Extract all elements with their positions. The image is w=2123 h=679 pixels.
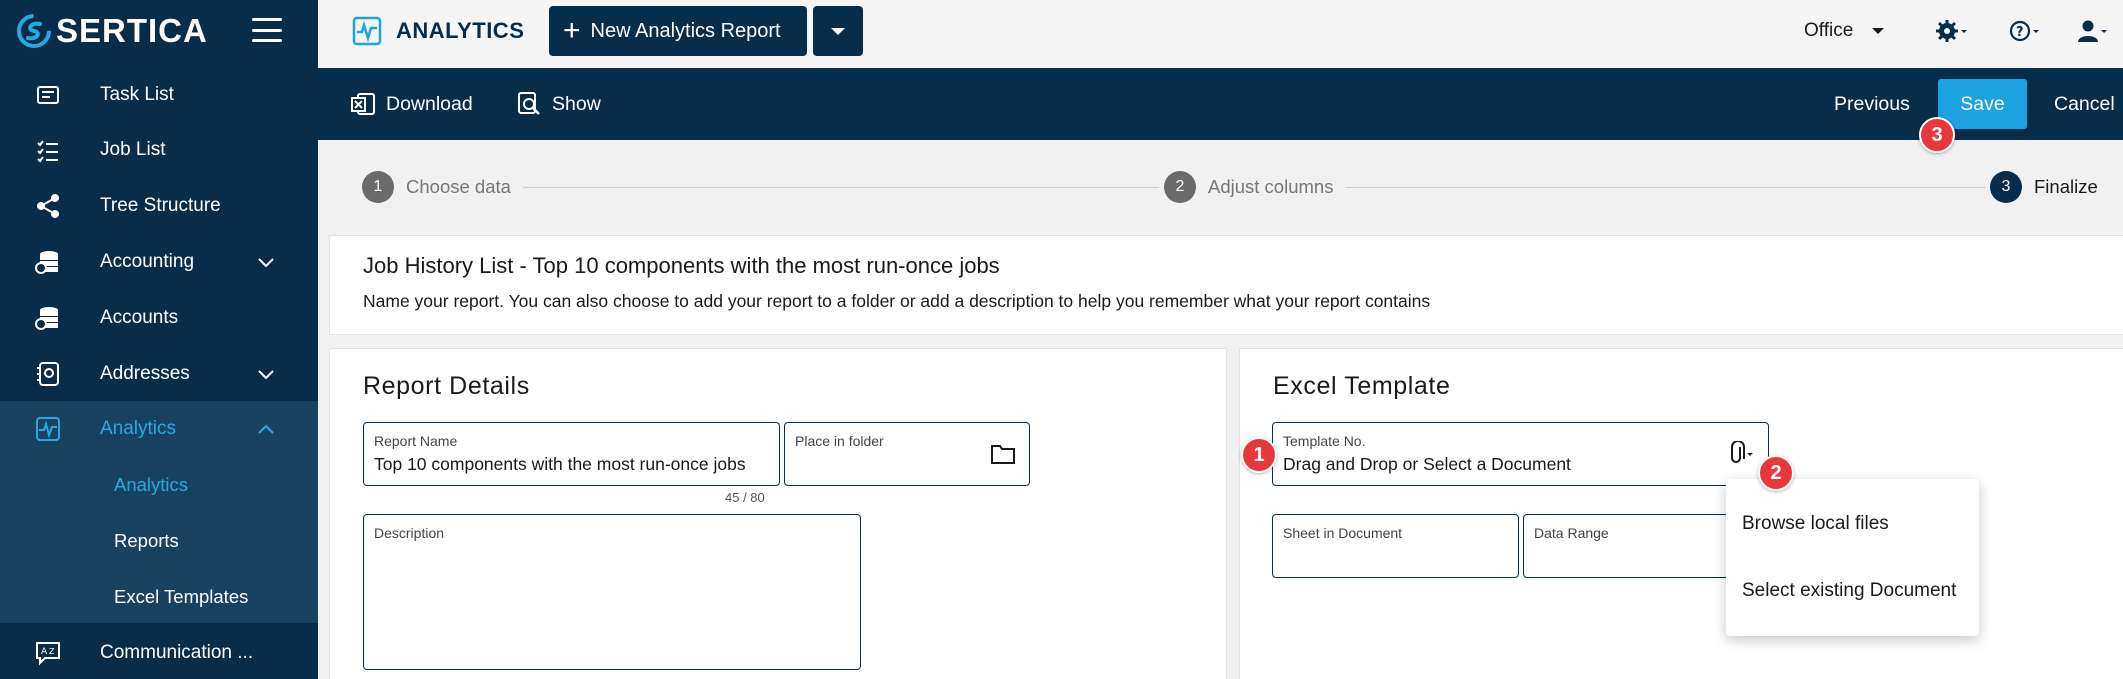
analytics-subnav: Analytics Reports Excel Templates — [0, 457, 318, 623]
cancel-button[interactable]: Cancel — [2054, 93, 2115, 116]
menu-item-browse-local-files[interactable]: Browse local files — [1742, 513, 1889, 535]
step-3-label[interactable]: Finalize — [2034, 176, 2098, 198]
caret-down-icon — [831, 28, 845, 35]
excel-icon — [351, 93, 375, 115]
step-connector — [523, 187, 1159, 188]
action-toolbar: Download Show Previous Save Cancel — [318, 68, 2123, 140]
previous-button[interactable]: Previous — [1834, 93, 1910, 116]
svg-text:?: ? — [2016, 25, 2024, 40]
annotation-badge-2: 2 — [1758, 455, 1794, 491]
sidebar-item-task-list[interactable]: Task List — [0, 67, 318, 123]
new-report-label: New Analytics Report — [590, 19, 781, 42]
analytics-app-icon — [352, 16, 382, 46]
description-label: Description — [374, 525, 445, 541]
brand-name: SERTICA — [56, 12, 208, 49]
sidebar-item-addresses[interactable]: Addresses — [0, 346, 318, 402]
sidebar-item-label: Accounts — [100, 307, 179, 328]
sidebar-item-tree-structure[interactable]: Tree Structure — [0, 178, 318, 234]
chevron-down-icon[interactable] — [256, 255, 276, 269]
new-report-dropdown-button[interactable] — [813, 6, 863, 56]
annotation-badge-1: 1 — [1241, 437, 1277, 473]
show-button[interactable]: Show — [516, 91, 601, 117]
tree-structure-icon — [37, 194, 59, 218]
report-name-field[interactable]: Report Name Top 10 components with the m… — [363, 422, 780, 486]
user-account-icon[interactable] — [2076, 18, 2110, 44]
sidebar-item-job-list[interactable]: Job List — [0, 122, 318, 178]
report-instructions: Name your report. You can also choose to… — [363, 291, 1431, 311]
sidebar-item-analytics[interactable]: Analytics — [0, 401, 318, 457]
caret-down-icon[interactable] — [1872, 28, 1884, 34]
sheet-in-document-label: Sheet in Document — [1283, 525, 1403, 541]
report-heading: Job History List - Top 10 components wit… — [363, 253, 1000, 278]
sidebar-item-label: Analytics — [100, 418, 177, 439]
report-name-value[interactable]: Top 10 components with the most run-once… — [374, 454, 746, 475]
office-selector[interactable]: Office — [1804, 20, 1853, 42]
step-connector — [1346, 187, 1986, 188]
download-label: Download — [386, 92, 473, 115]
template-no-field[interactable]: Template No. Drag and Drop or Select a D… — [1272, 422, 1769, 486]
download-button[interactable]: Download — [350, 91, 473, 117]
sidebar-item-accounts[interactable]: Accounts — [0, 290, 318, 346]
step-3-number[interactable]: 3 — [1990, 171, 2022, 203]
sidebar-item-label: Task List — [100, 84, 174, 105]
accounting-icon — [35, 251, 58, 274]
step-1-label[interactable]: Choose data — [406, 176, 511, 198]
subnav-item-excel-templates[interactable]: Excel Templates — [114, 586, 248, 608]
help-icon[interactable]: ? — [2008, 18, 2042, 44]
task-list-icon — [37, 86, 59, 104]
place-in-folder-label: Place in folder — [795, 433, 884, 449]
analytics-icon — [36, 417, 60, 441]
sidebar-item-label: Communication ... — [100, 642, 254, 663]
accounts-icon — [35, 307, 58, 330]
report-name-label: Report Name — [374, 433, 458, 449]
settings-gear-icon[interactable] — [1934, 18, 1968, 44]
character-counter: 45 / 80 — [725, 490, 765, 505]
intro-card — [329, 235, 2123, 335]
show-label: Show — [552, 92, 601, 115]
sidebar-item-accounting[interactable]: Accounting — [0, 234, 318, 290]
template-no-label: Template No. — [1283, 433, 1366, 449]
menu-item-select-existing-document[interactable]: Select existing Document — [1742, 580, 1956, 602]
new-analytics-report-button[interactable]: + New Analytics Report — [549, 6, 807, 56]
communication-icon: AZ — [36, 642, 60, 666]
preview-icon — [518, 92, 540, 115]
page-title: ANALYTICS — [396, 18, 525, 43]
subnav-item-reports[interactable]: Reports — [114, 530, 179, 552]
addresses-icon — [37, 362, 59, 386]
chevron-down-icon[interactable] — [256, 367, 276, 381]
sheet-in-document-field[interactable]: Sheet in Document — [1272, 514, 1519, 578]
place-in-folder-field[interactable]: Place in folder — [784, 422, 1030, 486]
plus-icon: + — [563, 14, 581, 47]
sidebar-item-label: Tree Structure — [100, 195, 221, 216]
attachment-dropdown-menu: Browse local files Select existing Docum… — [1726, 479, 1979, 636]
sertica-logo-icon — [17, 14, 51, 48]
folder-icon[interactable] — [990, 443, 1016, 465]
report-details-title: Report Details — [363, 372, 530, 400]
template-no-value[interactable]: Drag and Drop or Select a Document — [1283, 454, 1571, 475]
step-2-number[interactable]: 2 — [1164, 171, 1196, 203]
attachment-icon[interactable] — [1726, 441, 1756, 467]
annotation-badge-3: 3 — [1919, 117, 1955, 153]
menu-toggle-icon[interactable] — [252, 18, 282, 42]
job-list-icon — [37, 140, 58, 163]
description-field[interactable]: Description — [363, 514, 861, 670]
sidebar-item-label: Addresses — [100, 363, 190, 384]
save-button[interactable]: Save — [1938, 79, 2027, 129]
top-header: ANALYTICS + New Analytics Report Office … — [318, 0, 2123, 68]
data-range-label: Data Range — [1534, 525, 1609, 541]
subnav-item-analytics[interactable]: Analytics — [114, 474, 188, 496]
svg-text:Z: Z — [49, 647, 55, 656]
sidebar-item-label: Accounting — [100, 251, 195, 272]
excel-template-title: Excel Template — [1273, 372, 1451, 400]
step-2-label[interactable]: Adjust columns — [1208, 176, 1333, 198]
step-1-number[interactable]: 1 — [362, 171, 394, 203]
chevron-up-icon[interactable] — [256, 422, 276, 436]
sidebar-item-communication[interactable]: AZ Communication ... — [0, 625, 318, 679]
svg-text:A: A — [41, 647, 48, 657]
sidebar: SERTICA Task List Job List Tree Structur… — [0, 0, 318, 679]
sidebar-item-label: Job List — [100, 139, 166, 160]
